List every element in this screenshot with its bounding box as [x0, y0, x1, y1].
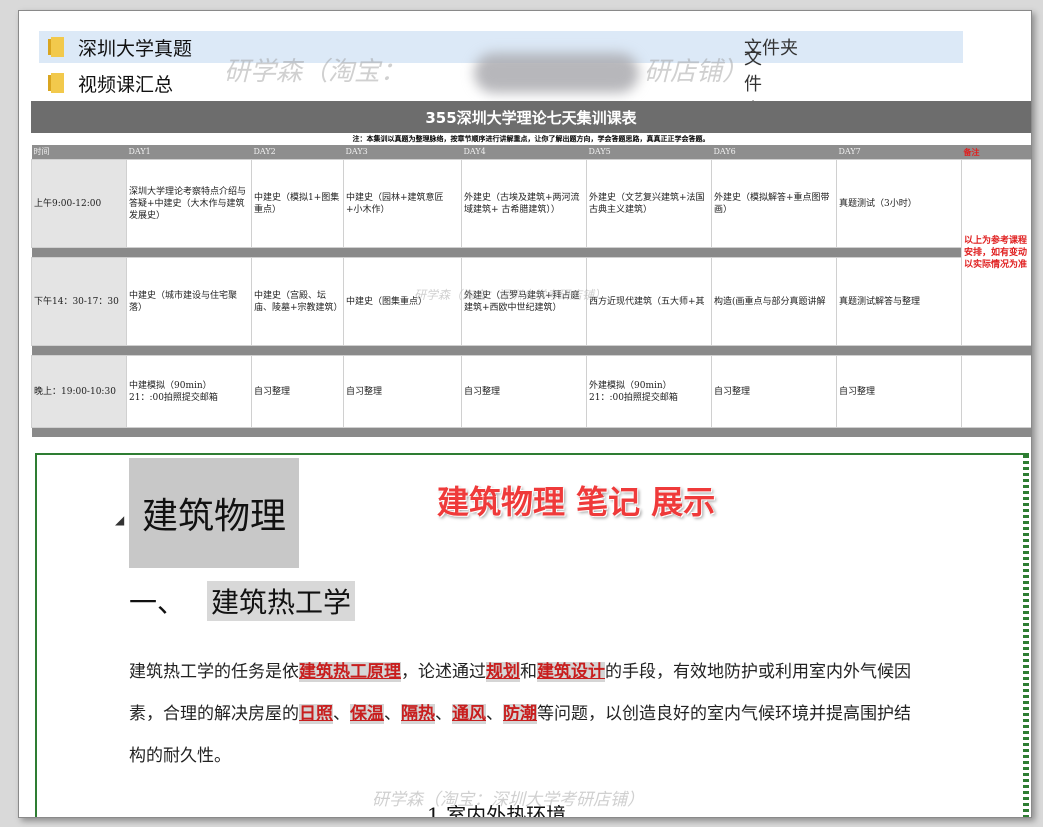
- header-cell: DAY4: [461, 145, 587, 160]
- collapse-triangle-icon[interactable]: ◢: [115, 513, 124, 527]
- document-page: ◢ 建筑物理 建筑物理 笔记 展示 一、 建筑热工学 建筑热工学的任务是依建筑热…: [35, 453, 1029, 818]
- table-cell: 自习整理: [251, 355, 344, 428]
- header-cell: DAY3: [343, 145, 462, 160]
- table-row: 下午14：30-17：30 中建史（城市建设与住宅聚落） 中建史（宫殿、坛庙、陵…: [31, 257, 1032, 346]
- table-cell: 外建模拟（90min） 21：:00拍照提交邮箱: [586, 355, 712, 428]
- table-cell: 构造(画重点与部分真题讲解: [711, 257, 837, 346]
- table-cell: 中建模拟（90min） 21：:00拍照提交邮箱: [126, 355, 252, 428]
- subheading: 1.室内外热环境: [427, 803, 567, 818]
- header-cell: DAY6: [711, 145, 837, 160]
- keyword: 日照: [299, 704, 333, 724]
- keyword: 建筑设计: [537, 662, 605, 682]
- table-cell: 中建史（宫殿、坛庙、陵墓+宗教建筑）: [251, 257, 344, 346]
- separator-row: [31, 247, 1032, 258]
- table-cell: 深圳大学理论考察特点介绍与答疑+中建史（大木作与建筑发展史）: [126, 159, 252, 248]
- table-cell: 自习整理: [461, 355, 587, 428]
- table-row: 晚上：19:00-10:30 中建模拟（90min） 21：:00拍照提交邮箱 …: [31, 355, 1031, 428]
- time-cell: 下午14：30-17：30: [31, 257, 127, 346]
- header-cell: DAY5: [586, 145, 712, 160]
- text-run: ，论述通过: [401, 662, 486, 682]
- torn-edge: [1023, 455, 1029, 817]
- separator-bar: [31, 427, 1031, 437]
- header-cell: DAY1: [126, 145, 252, 160]
- table-cell: 外建史（模拟解答+重点图带画）: [711, 159, 837, 248]
- separator-bar: [31, 345, 1031, 356]
- schedule-note: 注：本集训以真题为整理脉络，按章节顺序进行讲解重点，让你了解出题方向，学会答题思…: [352, 135, 710, 143]
- keyword: 建筑热工原理: [299, 662, 401, 682]
- blurred-region: [474, 53, 639, 93]
- text-run: 建筑热工学的任务是依: [129, 662, 299, 682]
- time-cell: 晚上：19:00-10:30: [31, 355, 127, 428]
- heading-1: 一、 建筑热工学: [129, 581, 356, 621]
- separator-bar: [31, 247, 962, 258]
- separator-row: [31, 345, 1031, 356]
- table-cell: 真题测试解答与整理: [836, 257, 962, 346]
- table-cell-empty: [961, 355, 1031, 428]
- keyword: 隔热: [401, 704, 435, 724]
- header-cell-remark: 备注: [961, 145, 1031, 160]
- table-cell: 中建史（城市建设与住宅聚落）: [126, 257, 252, 346]
- file-row-2[interactable]: 视频课汇总 文件夹: [39, 48, 762, 121]
- table-cell: 外建史（古埃及建筑+两河流域建筑+ 古希腊建筑））: [461, 159, 587, 248]
- schedule-title: 355深圳大学理论七天集训课表: [31, 101, 1031, 133]
- table-cell: 真题测试（3小时）: [836, 159, 962, 248]
- keyword: 保温: [350, 704, 384, 724]
- table-row: 上午9:00-12:00 深圳大学理论考察特点介绍与答疑+中建史（大木作与建筑发…: [31, 159, 1031, 346]
- table-cell: 自习整理: [836, 355, 962, 428]
- table-cell: 中建史（图集重点）: [343, 257, 462, 346]
- separator-row: [31, 427, 1031, 437]
- header-cell: DAY7: [836, 145, 962, 160]
- text-run: 、: [435, 704, 452, 724]
- table-cell: 中建史（园林+建筑意匠+小木作）: [343, 159, 462, 248]
- paragraph: 建筑热工学的任务是依建筑热工原理，论述通过规划和建筑设计的手段，有效地防护或利用…: [129, 651, 919, 777]
- remark-cell: 以上为参考课程安排，如有变动以实际情况为准: [961, 159, 1031, 346]
- time-cell: 上午9:00-12:00: [31, 159, 127, 248]
- header-cell: 时间: [31, 145, 127, 160]
- text-run: 和: [520, 662, 537, 682]
- text-run: 、: [384, 704, 401, 724]
- banner-text: 建筑物理 笔记 展示: [437, 483, 716, 521]
- header-row: 时间 DAY1 DAY2 DAY3 DAY4 DAY5 DAY6 DAY7 备注: [31, 145, 1031, 160]
- table-cell: 自习整理: [343, 355, 462, 428]
- heading-text: 建筑热工学: [207, 581, 356, 621]
- folder-icon: [48, 73, 64, 93]
- keyword: 通风: [452, 704, 486, 724]
- file-name: 视频课汇总: [78, 73, 174, 96]
- table-cell: 中建史（模拟1+图集重点）: [251, 159, 344, 248]
- table-cell: 西方近现代建筑（五大师+其: [586, 257, 712, 346]
- doc-title: 建筑物理: [129, 458, 299, 568]
- screenshot-frame: 深圳大学真题 文件夹 视频课汇总 文件夹 研学森（淘宝： 研店铺） 355深圳大…: [18, 10, 1032, 818]
- table-cell: 外建史（古罗马建筑+拜占庭建筑+西欧中世纪建筑）: [461, 257, 587, 346]
- table-cell: 外建史（文艺复兴建筑+法国古典主义建筑）: [586, 159, 712, 248]
- keyword: 规划: [486, 662, 520, 682]
- text-run: 、: [486, 704, 503, 724]
- heading-number: 一、: [129, 586, 186, 619]
- schedule-table: 时间 DAY1 DAY2 DAY3 DAY4 DAY5 DAY6 DAY7 备注…: [31, 145, 1032, 437]
- file-name: 深圳大学真题: [78, 37, 193, 60]
- header-cell: DAY2: [251, 145, 344, 160]
- keyword: 防潮: [503, 704, 537, 724]
- text-run: 、: [333, 704, 350, 724]
- folder-icon: [48, 37, 64, 57]
- table-cell: 自习整理: [711, 355, 837, 428]
